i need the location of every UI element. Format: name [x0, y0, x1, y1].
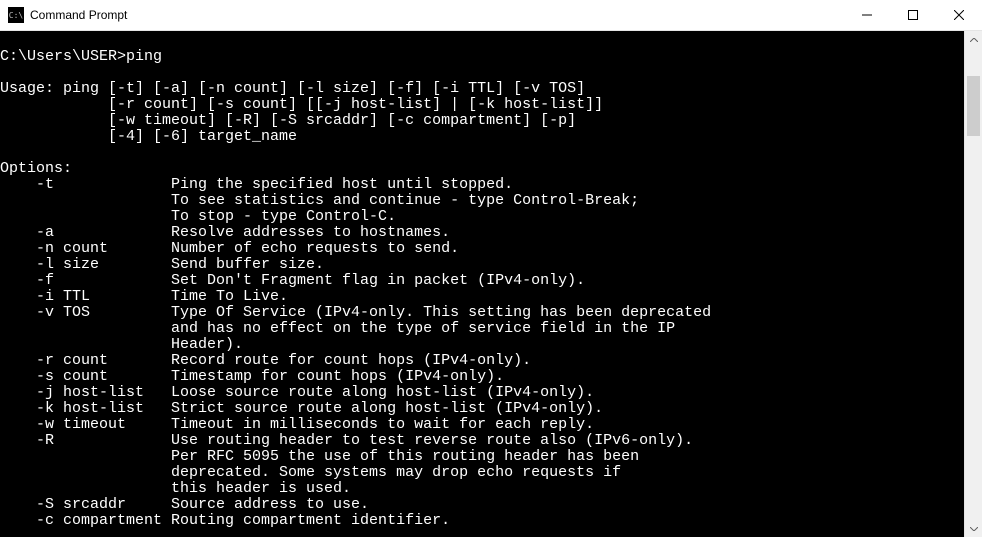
chevron-up-icon: [970, 38, 978, 42]
minimize-icon: [862, 10, 872, 20]
command-prompt-icon: C:\: [8, 7, 24, 23]
chevron-down-icon: [970, 527, 978, 531]
titlebar[interactable]: C:\ Command Prompt: [0, 0, 982, 31]
close-button[interactable]: [936, 0, 982, 30]
close-icon: [954, 10, 964, 20]
command-prompt-window: C:\ Command Prompt C:\Users\USER>ping Us…: [0, 0, 982, 537]
minimize-button[interactable]: [844, 0, 890, 30]
scroll-down-button[interactable]: [965, 520, 982, 537]
scroll-up-button[interactable]: [965, 31, 982, 48]
client-area: C:\Users\USER>ping Usage: ping [-t] [-a]…: [0, 31, 982, 537]
command-prompt-icon-label: C:\: [9, 11, 23, 20]
vertical-scrollbar[interactable]: [964, 31, 982, 537]
window-title: Command Prompt: [30, 8, 127, 22]
scroll-thumb[interactable]: [967, 76, 980, 136]
console-output[interactable]: C:\Users\USER>ping Usage: ping [-t] [-a]…: [0, 31, 964, 537]
maximize-button[interactable]: [890, 0, 936, 30]
maximize-icon: [908, 10, 918, 20]
